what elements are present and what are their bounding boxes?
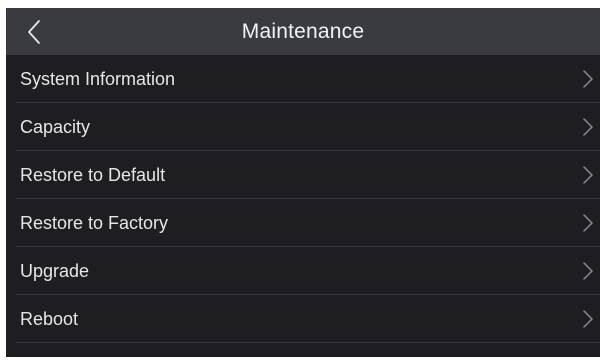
maintenance-screen: Maintenance System Information Capacity … — [0, 0, 600, 362]
menu-item-label: Restore to Default — [20, 164, 166, 185]
chevron-right-icon — [583, 310, 593, 328]
menu-item-label: Restore to Factory — [20, 212, 169, 233]
menu-item-restore-to-factory[interactable]: Restore to Factory — [6, 199, 600, 247]
menu-item-system-information[interactable]: System Information — [6, 55, 600, 103]
menu-item-label: Capacity — [20, 116, 91, 137]
menu-item-restore-to-default[interactable]: Restore to Default — [6, 151, 600, 199]
menu-item-label: Reboot — [20, 308, 79, 329]
chevron-right-icon — [583, 262, 593, 280]
page-title: Maintenance — [241, 19, 365, 43]
chevron-right-icon — [583, 118, 593, 136]
header-bar: Maintenance — [6, 8, 600, 55]
back-button[interactable] — [14, 12, 54, 52]
chevron-right-icon — [583, 166, 593, 184]
chevron-left-icon — [28, 20, 40, 44]
menu-item-upgrade[interactable]: Upgrade — [6, 247, 600, 295]
menu-item-capacity[interactable]: Capacity — [6, 103, 600, 151]
maintenance-menu: System Information Capacity Restore to D… — [6, 55, 600, 343]
maintenance-panel: Maintenance System Information Capacity … — [6, 8, 600, 357]
menu-item-reboot[interactable]: Reboot — [6, 295, 600, 343]
chevron-right-icon — [583, 70, 593, 88]
menu-item-label: Upgrade — [20, 260, 90, 281]
menu-item-label: System Information — [20, 68, 176, 89]
chevron-right-icon — [583, 214, 593, 232]
